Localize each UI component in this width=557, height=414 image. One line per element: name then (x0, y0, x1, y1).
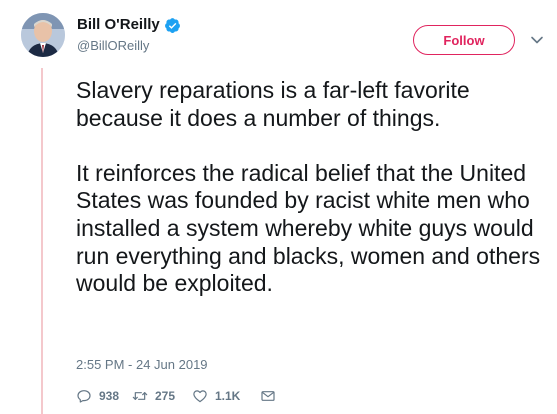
verified-badge-icon (164, 17, 181, 34)
reply-icon (76, 388, 92, 404)
reply-button[interactable]: 938 (76, 388, 132, 404)
handle[interactable]: @BillOReilly (77, 37, 181, 55)
heart-icon (192, 388, 208, 404)
direct-message-button[interactable] (260, 388, 276, 404)
reply-count: 938 (99, 389, 120, 403)
chevron-down-icon[interactable] (530, 33, 544, 47)
thread-line (41, 68, 43, 414)
like-button[interactable]: 1.1K (192, 388, 260, 404)
tweet-timestamp[interactable]: 2:55 PM - 24 Jun 2019 (76, 357, 208, 372)
envelope-icon (260, 388, 276, 404)
retweet-icon (132, 388, 148, 404)
like-count: 1.1K (215, 389, 241, 403)
follow-button[interactable]: Follow (413, 25, 515, 55)
author-block: Bill O'Reilly @BillOReilly (77, 15, 181, 55)
avatar[interactable] (21, 13, 65, 57)
display-name[interactable]: Bill O'Reilly (77, 15, 160, 35)
name-row: Bill O'Reilly (77, 15, 181, 35)
retweet-count: 275 (155, 389, 176, 403)
avatar-image (21, 13, 65, 57)
action-bar: 938 275 1.1K (76, 388, 276, 404)
tweet-text: Slavery reparations is a far-left favori… (76, 77, 541, 297)
retweet-button[interactable]: 275 (132, 388, 192, 404)
